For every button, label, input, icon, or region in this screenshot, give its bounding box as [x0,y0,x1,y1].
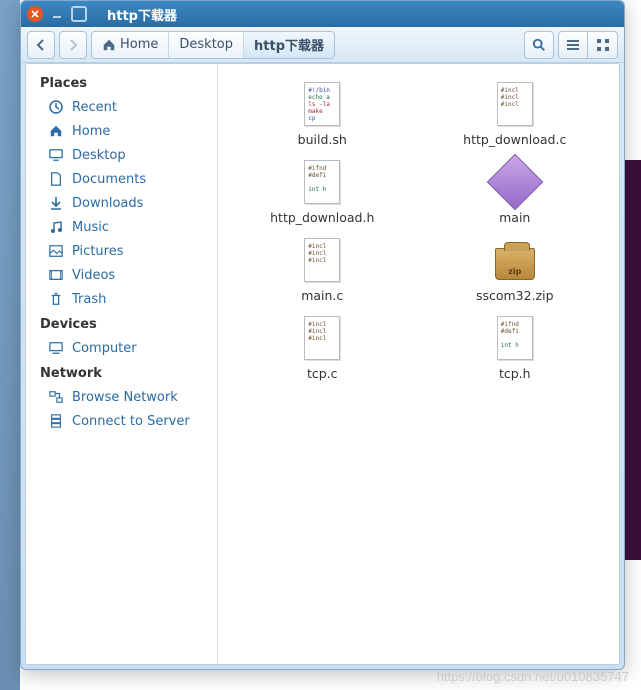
file-item[interactable]: #incl#incl#incl tcp.c [237,312,407,390]
breadcrumb-current[interactable]: http下载器 [244,32,334,58]
window-maximize-button[interactable] [71,6,87,22]
sidebar-item-music[interactable]: Music [26,215,217,239]
sidebar-item-documents[interactable]: Documents [26,167,217,191]
window-minimize-button[interactable] [49,6,65,22]
c-header-file-icon: #ifnd#defiint h [298,158,346,206]
sidebar-item-browse-network[interactable]: Browse Network [26,385,217,409]
grid-icon [596,38,610,52]
chevron-right-icon [68,39,78,51]
background-terminal-edge [623,160,641,560]
sidebar-item-label: Videos [72,268,115,283]
file-label: tcp.c [307,366,338,381]
sidebar-item-label: Trash [72,292,106,307]
c-header-file-icon: #ifnd#defiint h [491,314,539,362]
file-grid: #!/binecho als -lamakecp build.sh #incl#in… [218,64,619,664]
executable-file-icon [491,158,539,206]
sidebar-item-pictures[interactable]: Pictures [26,239,217,263]
sidebar-item-desktop[interactable]: Desktop [26,143,217,167]
home-icon [48,123,64,139]
toolbar: Home Desktop http下载器 [21,27,624,63]
document-icon [48,171,64,187]
breadcrumb-label: Home [120,37,158,52]
c-source-file-icon: #incl#incl#incl [298,236,346,284]
search-icon [532,38,546,52]
icon-view-button[interactable] [588,31,618,59]
clock-icon [48,99,64,115]
file-label: tcp.h [499,366,531,381]
sidebar: Places Recent Home Desktop Documents Dow… [26,64,218,664]
script-file-icon: #!/binecho als -lamakecp [298,80,346,128]
sidebar-item-computer[interactable]: Computer [26,336,217,360]
c-source-file-icon: #incl#incl#incl [491,80,539,128]
file-item[interactable]: sscom32.zip [430,234,600,312]
file-item[interactable]: #incl#incl#incl main.c [237,234,407,312]
sidebar-heading-places: Places [26,70,217,95]
sidebar-item-videos[interactable]: Videos [26,263,217,287]
window-titlebar: http下载器 [21,1,624,27]
music-icon [48,219,64,235]
list-view-button[interactable] [558,31,588,59]
file-label: http_download.h [270,210,374,225]
file-label: main.c [301,288,343,303]
sidebar-item-label: Music [72,220,109,235]
home-icon [102,38,116,52]
desktop-dock-edge [0,0,20,690]
file-label: sscom32.zip [476,288,554,303]
file-manager-window: http下载器 Home Desktop http下载器 [20,0,625,670]
archive-file-icon [491,236,539,284]
sidebar-heading-network: Network [26,360,217,385]
sidebar-item-label: Downloads [72,196,143,211]
network-icon [48,389,64,405]
sidebar-item-label: Connect to Server [72,414,190,429]
sidebar-item-home[interactable]: Home [26,119,217,143]
file-item[interactable]: #!/binecho als -lamakecp build.sh [237,78,407,156]
chevron-left-icon [36,39,46,51]
breadcrumb-label: http下载器 [254,35,324,54]
sidebar-item-label: Documents [72,172,146,187]
close-icon [31,10,39,18]
sidebar-item-label: Computer [72,341,137,356]
watermark-text: https://blog.csdn.net/u010835747 [437,669,629,684]
download-icon [48,195,64,211]
sidebar-item-label: Home [72,124,110,139]
video-icon [48,267,64,283]
desktop-icon [48,147,64,163]
window-close-button[interactable] [27,6,43,22]
breadcrumb-desktop[interactable]: Desktop [169,32,244,58]
sidebar-item-label: Browse Network [72,390,178,405]
file-label: main [499,210,530,225]
file-item[interactable]: #ifnd#defiint h http_download.h [237,156,407,234]
file-item[interactable]: #ifnd#defiint h tcp.h [430,312,600,390]
nav-forward-button[interactable] [59,31,87,59]
sidebar-item-label: Desktop [72,148,126,163]
sidebar-item-label: Pictures [72,244,123,259]
server-icon [48,413,64,429]
file-item[interactable]: #incl#incl#incl http_download.c [430,78,600,156]
sidebar-item-trash[interactable]: Trash [26,287,217,311]
file-item[interactable]: main [430,156,600,234]
window-title: http下载器 [107,5,177,24]
nav-back-button[interactable] [27,31,55,59]
picture-icon [48,243,64,259]
file-label: build.sh [298,132,347,147]
search-button[interactable] [524,31,554,59]
breadcrumb: Home Desktop http下载器 [91,31,335,59]
sidebar-item-label: Recent [72,100,117,115]
view-mode-group [558,31,618,59]
file-label: http_download.c [463,132,566,147]
breadcrumb-label: Desktop [179,37,233,52]
list-icon [566,38,580,52]
sidebar-item-recent[interactable]: Recent [26,95,217,119]
trash-icon [48,291,64,307]
minimize-icon [52,9,62,19]
c-source-file-icon: #incl#incl#incl [298,314,346,362]
sidebar-heading-devices: Devices [26,311,217,336]
computer-icon [48,340,64,356]
sidebar-item-connect-server[interactable]: Connect to Server [26,409,217,433]
sidebar-item-downloads[interactable]: Downloads [26,191,217,215]
breadcrumb-home[interactable]: Home [92,32,169,58]
window-body: Places Recent Home Desktop Documents Dow… [25,63,620,665]
